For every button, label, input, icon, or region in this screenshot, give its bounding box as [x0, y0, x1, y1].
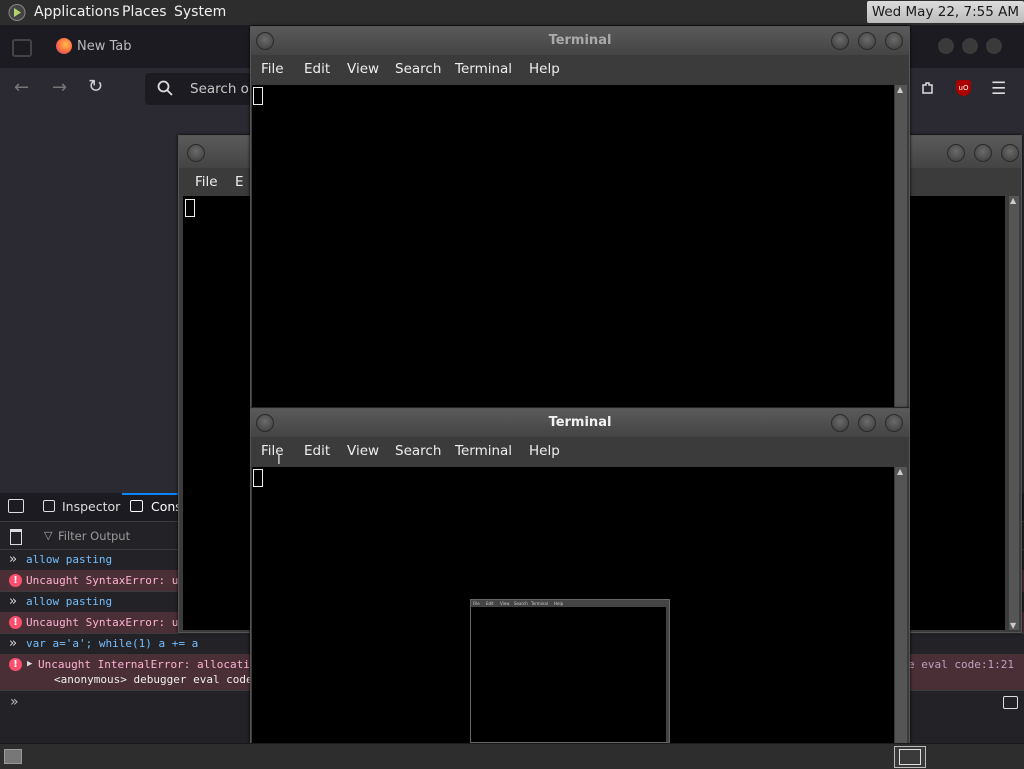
tab-inspector[interactable]: Inspector	[62, 499, 120, 514]
scrollbar[interactable]: ▲	[895, 467, 907, 743]
text-cursor	[185, 199, 195, 217]
window-menu-button[interactable]	[256, 32, 274, 50]
top-panel: Applications Places System Wed May 22, 7…	[0, 0, 1024, 26]
bottom-panel	[0, 743, 1024, 769]
menu-search[interactable]: Search	[395, 443, 441, 459]
hamburger-menu-icon[interactable]: ☰	[991, 79, 1006, 99]
menu-file[interactable]: File	[261, 61, 284, 77]
maximize-button[interactable]	[858, 414, 876, 432]
menu-edit[interactable]: Edit	[304, 443, 330, 459]
input-chevron-icon: »	[9, 636, 17, 651]
titlebar[interactable]: Terminal	[251, 27, 909, 55]
input-chevron-icon: »	[9, 594, 17, 609]
titlebar[interactable]: Terminal	[251, 409, 909, 437]
tab-new-tab[interactable]: New Tab	[77, 39, 132, 54]
window-menu-button[interactable]	[187, 144, 205, 162]
scrollbar[interactable]: ▲	[895, 85, 907, 407]
text-cursor	[253, 469, 263, 487]
inspector-tab-icon	[43, 500, 55, 512]
menu-search[interactable]: Search	[395, 61, 441, 77]
forward-arrow-icon[interactable]: →	[52, 77, 67, 98]
expand-triangle-icon[interactable]: ▶	[27, 654, 32, 675]
menu-help[interactable]: Help	[529, 443, 560, 459]
url-placeholder: Search o	[190, 81, 249, 97]
terminal-screen[interactable]: File Edit View Search Terminal Help	[252, 467, 894, 743]
scroll-up-icon[interactable]: ▲	[897, 467, 903, 476]
places-menu[interactable]: Places	[122, 4, 167, 20]
mini-scrollbar	[666, 607, 669, 742]
back-arrow-icon[interactable]: ←	[14, 77, 29, 98]
workspace-switcher[interactable]	[894, 746, 926, 768]
window-menu-button[interactable]	[256, 414, 274, 432]
scroll-down-icon[interactable]: ▼	[1010, 621, 1016, 630]
console-tab-underline	[122, 493, 178, 495]
window-title: Terminal	[548, 33, 612, 48]
menu-view[interactable]: View	[347, 61, 379, 77]
error-icon: !	[9, 658, 22, 671]
terminal-window-top[interactable]: Terminal File Edit View Search Terminal …	[250, 26, 910, 410]
close-button[interactable]	[1001, 144, 1019, 162]
menubar: File Edit View Search Terminal Help	[251, 437, 909, 467]
scroll-up-icon[interactable]: ▲	[1010, 196, 1016, 205]
error-icon: !	[9, 616, 22, 629]
menu-view[interactable]: View	[347, 443, 379, 459]
mini-terminal-window[interactable]: File Edit View Search Terminal Help	[470, 599, 670, 743]
trash-icon[interactable]	[10, 529, 22, 545]
text-cursor	[253, 87, 263, 105]
terminal-window-front[interactable]: Terminal File Edit View Search Terminal …	[250, 408, 910, 746]
system-menu[interactable]: System	[174, 4, 226, 20]
scroll-up-icon[interactable]: ▲	[897, 85, 903, 94]
scrollbar[interactable]: ▲ ▼	[1009, 196, 1019, 630]
filter-icon: ▽	[44, 529, 53, 542]
menu-help[interactable]: Help	[529, 61, 560, 77]
window-controls	[938, 38, 1002, 58]
console-prompt-icon[interactable]: »	[10, 694, 19, 710]
reload-icon[interactable]: ↻	[88, 76, 103, 97]
menu-terminal[interactable]: Terminal	[455, 443, 512, 459]
minimize-button[interactable]	[947, 144, 965, 162]
menu-terminal[interactable]: Terminal	[455, 61, 512, 77]
applications-menu[interactable]: Applications	[34, 4, 120, 20]
clock[interactable]: Wed May 22, 7:55 AM	[866, 1, 1024, 23]
ibeam-cursor-icon: I	[277, 453, 281, 468]
gnome-foot-icon[interactable]	[8, 4, 26, 21]
pick-element-icon[interactable]	[8, 499, 24, 513]
close-button[interactable]	[885, 32, 903, 50]
minimize-button[interactable]	[831, 414, 849, 432]
menu-edit[interactable]: Edit	[304, 61, 330, 77]
menu-file[interactable]: File	[195, 174, 218, 190]
split-console-icon[interactable]	[1003, 696, 1018, 709]
terminal-screen[interactable]	[252, 85, 894, 407]
menubar: File Edit View Search Terminal Help	[251, 55, 909, 85]
mini-menubar: File Edit View Search Terminal Help	[473, 601, 564, 606]
menu-edit[interactable]: E	[235, 174, 244, 190]
search-icon	[157, 80, 173, 100]
show-desktop-icon[interactable]	[4, 749, 22, 764]
ublock-icon[interactable]: uO	[956, 80, 971, 96]
filter-output-input[interactable]: Filter Output	[58, 529, 130, 543]
extensions-icon[interactable]	[920, 80, 936, 96]
minimize-button[interactable]	[831, 32, 849, 50]
maximize-button[interactable]	[858, 32, 876, 50]
console-tab-icon	[130, 500, 143, 512]
firefox-logo-icon	[56, 38, 72, 54]
source-link[interactable]: e eval code:1:21	[908, 654, 1014, 675]
error-icon: !	[9, 574, 22, 587]
maximize-button[interactable]	[974, 144, 992, 162]
input-chevron-icon: »	[9, 552, 17, 567]
window-title: Terminal	[548, 415, 612, 430]
firefox-view-icon[interactable]	[12, 39, 32, 57]
close-button[interactable]	[885, 414, 903, 432]
